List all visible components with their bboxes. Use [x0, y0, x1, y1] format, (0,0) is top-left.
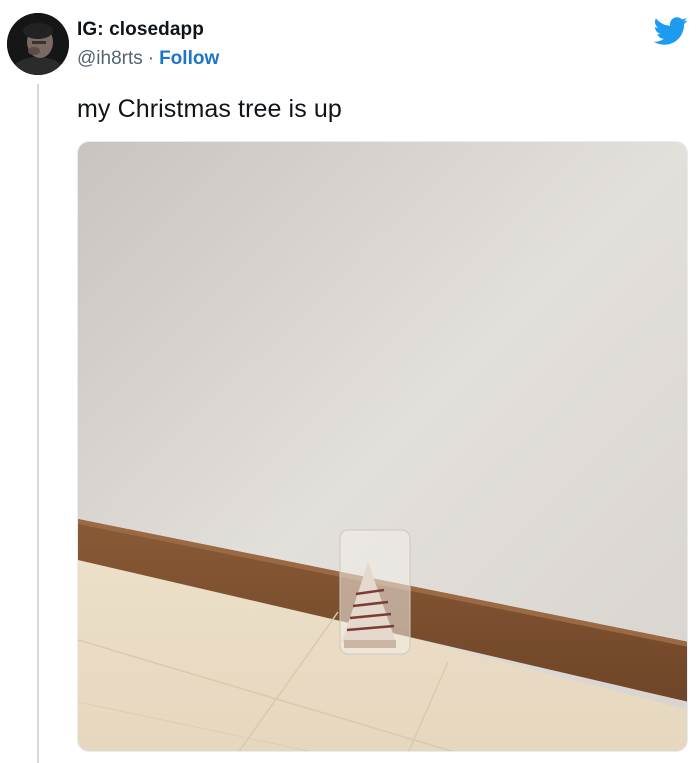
author-display-name[interactable]: IG: closedapp: [77, 19, 204, 41]
tweet-card: IG: closedapp @ih8rts · Follow my Christma…: [0, 0, 700, 763]
author-meta-row: @ih8rts · Follow: [77, 48, 219, 70]
packaged-snack-tree: [339, 529, 411, 655]
author-handle[interactable]: @ih8rts: [77, 48, 143, 69]
avatar-image: [7, 13, 69, 75]
thread-line: [37, 84, 39, 763]
avatar[interactable]: [7, 13, 69, 75]
twitter-bird-icon[interactable]: [654, 14, 688, 48]
tweet-photo[interactable]: [77, 141, 688, 752]
follow-button[interactable]: Follow: [159, 48, 219, 69]
photo-image: [78, 142, 687, 751]
tweet-text: my Christmas tree is up: [77, 95, 342, 123]
separator-dot: ·: [147, 48, 155, 69]
